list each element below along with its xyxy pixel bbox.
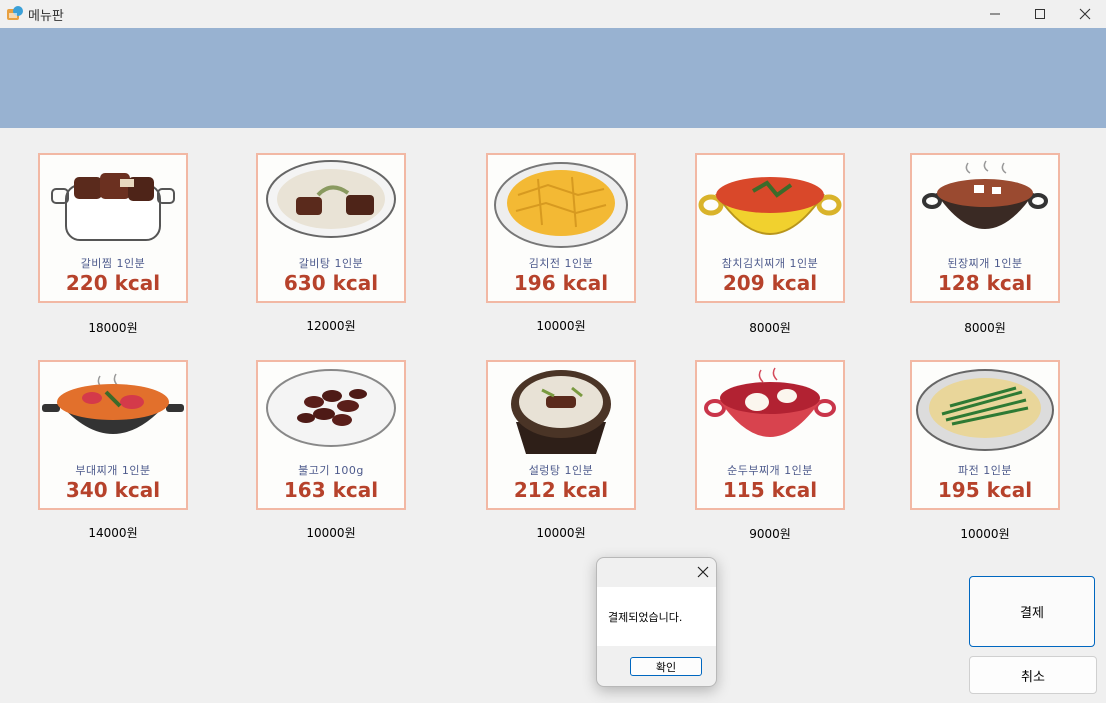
food-name: 설렁탕 1인분 [528,464,594,477]
food-name: 김치전 1인분 [528,257,594,270]
food-kcal: 196 kcal [513,271,609,295]
price-label: 18000원 [88,321,138,335]
price-label: 9000원 [749,527,791,541]
food-kcal: 340 kcal [65,478,161,502]
food-name: 파전 1인분 [958,464,1012,477]
food-kcal: 163 kcal [283,478,379,502]
kimchijeon-image[interactable]: 김치전 1인분 196 kcal [486,153,636,303]
close-button[interactable] [1062,0,1106,27]
menu-item-kimchijeon[interactable]: 김치전 1인분 196 kcal 10000원 [486,153,636,334]
menu-item-budae-jjigae[interactable]: 부대찌개 1인분 340 kcal 14000원 [38,360,188,541]
price-label: 8000원 [749,321,791,335]
galbijjim-image[interactable]: 갈비찜 1인분 220 kcal [38,153,188,303]
dialog-close-button[interactable] [695,564,711,580]
menu-item-sundubu-jjigae[interactable]: 순두부찌개 1인분 115 kcal 9000원 [695,360,845,542]
minimize-icon [989,13,1000,14]
payment-complete-dialog: 결제되었습니다. 확인 [596,557,717,687]
maximize-icon [1034,8,1045,19]
galbitang-image[interactable]: 갈비탕 1인분 630 kcal [256,153,406,303]
tuna-kimchi-jjigae-image[interactable]: 참치김치찌개 1인분 209 kcal [695,153,845,303]
pajeon-image[interactable]: 파전 1인분 195 kcal [910,360,1060,510]
food-name: 참치김치찌개 1인분 [721,257,819,270]
menu-item-pajeon[interactable]: 파전 1인분 195 kcal 10000원 [910,360,1060,542]
dialog-message: 결제되었습니다. [608,611,683,624]
menu-item-tuna-kimchi-jjigae[interactable]: 참치김치찌개 1인분 209 kcal 8000원 [695,153,845,336]
sundubu-jjigae-image[interactable]: 순두부찌개 1인분 115 kcal [695,360,845,510]
menu-item-galbitang[interactable]: 갈비탕 1인분 630 kcal 12000원 [256,153,406,334]
food-name: 부대찌개 1인분 [75,464,151,477]
header-banner [0,28,1106,128]
price-label: 14000원 [88,526,138,540]
title-bar: 메뉴판 [0,0,1106,27]
food-name: 불고기 100g [298,464,364,477]
food-name: 갈비탕 1인분 [298,257,364,270]
close-icon [1079,8,1090,19]
food-name: 된장찌개 1인분 [947,257,1023,270]
bulgogi-image[interactable]: 불고기 100g 163 kcal [256,360,406,510]
menu-item-bulgogi[interactable]: 불고기 100g 163 kcal 10000원 [256,360,406,541]
budae-jjigae-image[interactable]: 부대찌개 1인분 340 kcal [38,360,188,510]
cancel-button[interactable]: 취소 [969,656,1097,694]
pay-button[interactable]: 결제 [969,576,1095,647]
menu-item-seolleongtang[interactable]: 설렁탕 1인분 212 kcal 10000원 [486,360,636,541]
menu-item-galbijjim[interactable]: 갈비찜 1인분 220 kcal 18000원 [38,153,188,336]
food-kcal: 195 kcal [937,478,1033,502]
food-kcal: 630 kcal [283,271,379,295]
price-label: 10000원 [536,319,586,333]
close-icon [697,566,709,578]
dialog-body: 결제되었습니다. [597,587,716,646]
window-title: 메뉴판 [28,9,64,24]
app-icon [7,6,23,20]
food-kcal: 115 kcal [722,478,818,502]
price-label: 8000원 [964,321,1006,335]
price-label: 10000원 [536,526,586,540]
food-kcal: 209 kcal [722,271,818,295]
food-kcal: 212 kcal [513,478,609,502]
menu-item-doenjang-jjigae[interactable]: 된장찌개 1인분 128 kcal 8000원 [910,153,1060,336]
seolleongtang-image[interactable]: 설렁탕 1인분 212 kcal [486,360,636,510]
food-name: 순두부찌개 1인분 [727,464,813,477]
doenjang-jjigae-image[interactable]: 된장찌개 1인분 128 kcal [910,153,1060,303]
price-label: 10000원 [960,527,1010,541]
food-kcal: 128 kcal [937,271,1033,295]
maximize-button[interactable] [1017,0,1062,27]
minimize-button[interactable] [972,0,1017,27]
food-kcal: 220 kcal [65,271,161,295]
price-label: 12000원 [306,319,356,333]
dialog-ok-button[interactable]: 확인 [630,657,702,676]
price-label: 10000원 [306,526,356,540]
food-name: 갈비찜 1인분 [80,257,146,270]
